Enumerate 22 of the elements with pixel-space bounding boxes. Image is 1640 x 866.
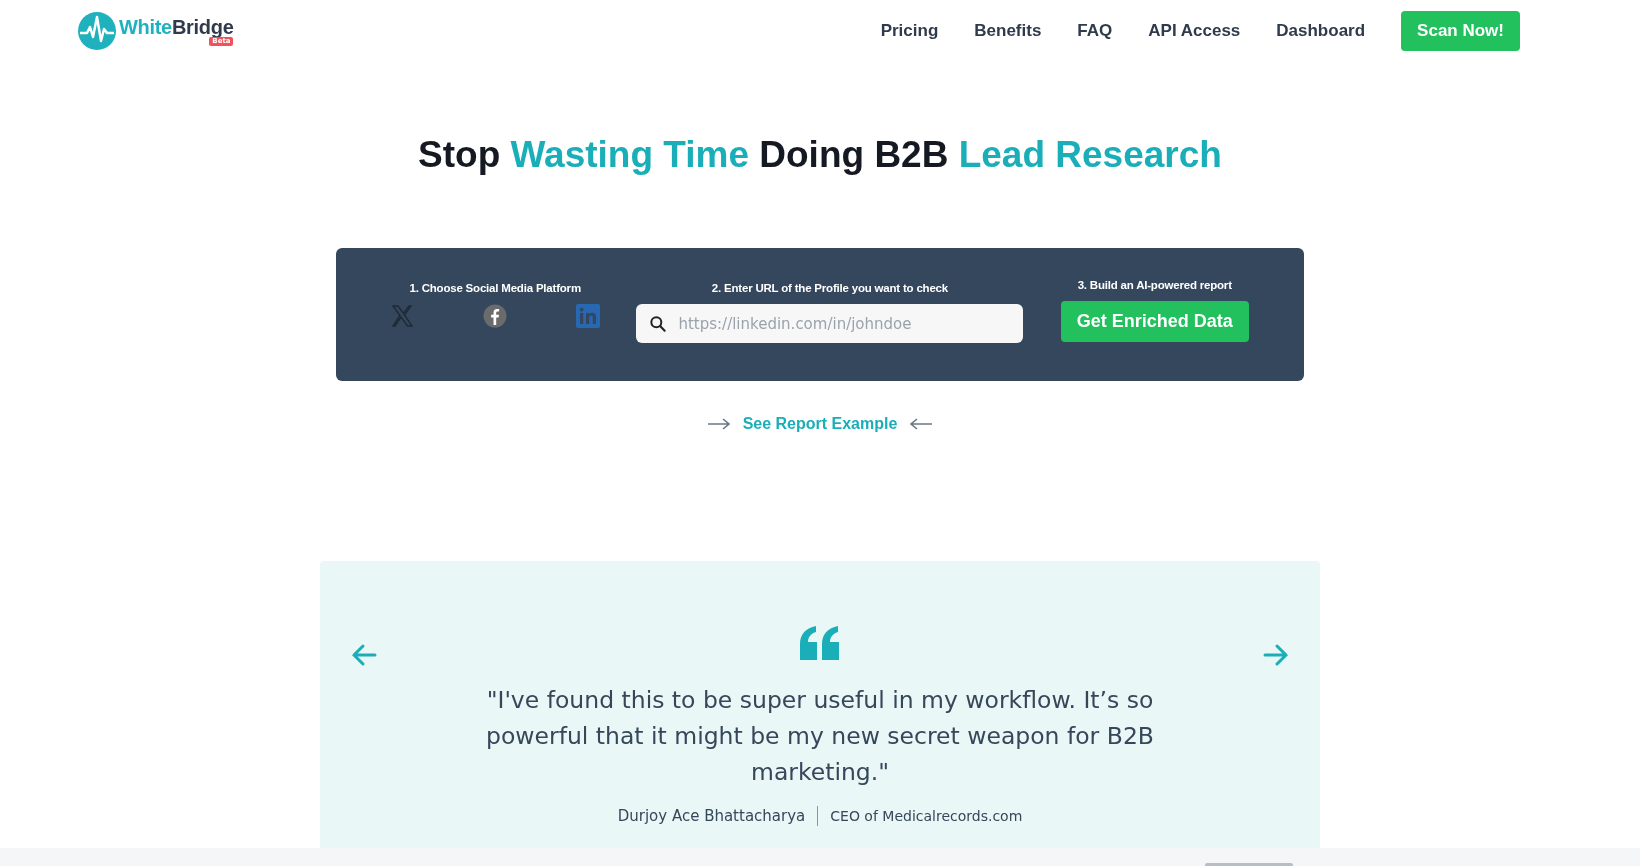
nav-link[interactable]: Benefits [974,21,1042,41]
step-label: 3. Build an AI-powered report [1077,279,1232,291]
url-input-field[interactable]: https://linkedin.com/in/johndoe [636,304,1024,343]
search-icon [648,314,669,334]
arrow-right-icon [706,418,731,430]
headline: Stop Wasting Time Doing B2B Lead Research [417,134,1223,176]
testimonial-quote: "I've found this to be super useful in my workflow. It’s so powerful that it might be my new secret weapon for B2B marketing." [485,685,1155,788]
author-role: CEO of Medicalrecords.com [830,808,1023,824]
step-label: 2. Enter URL of the Profile you want to check [711,282,948,294]
nav-link[interactable]: API Access [1148,21,1241,41]
linkedin-icon[interactable] [576,304,601,328]
author-name: Durjoy Ace Bhattacharya [617,807,806,825]
logo-text: WhiteBridge [119,16,234,37]
nav-link[interactable]: FAQ [1077,21,1113,41]
arrow-left-icon [909,418,934,430]
logo-icon [77,11,117,51]
x-icon[interactable] [390,304,415,328]
quote-icon [798,626,842,660]
step-label: 1. Choose Social Media Platform [409,282,581,294]
facebook-icon[interactable] [483,304,508,328]
nav-link[interactable]: Dashboard [1276,21,1366,41]
nav-link[interactable]: Pricing [880,21,939,41]
